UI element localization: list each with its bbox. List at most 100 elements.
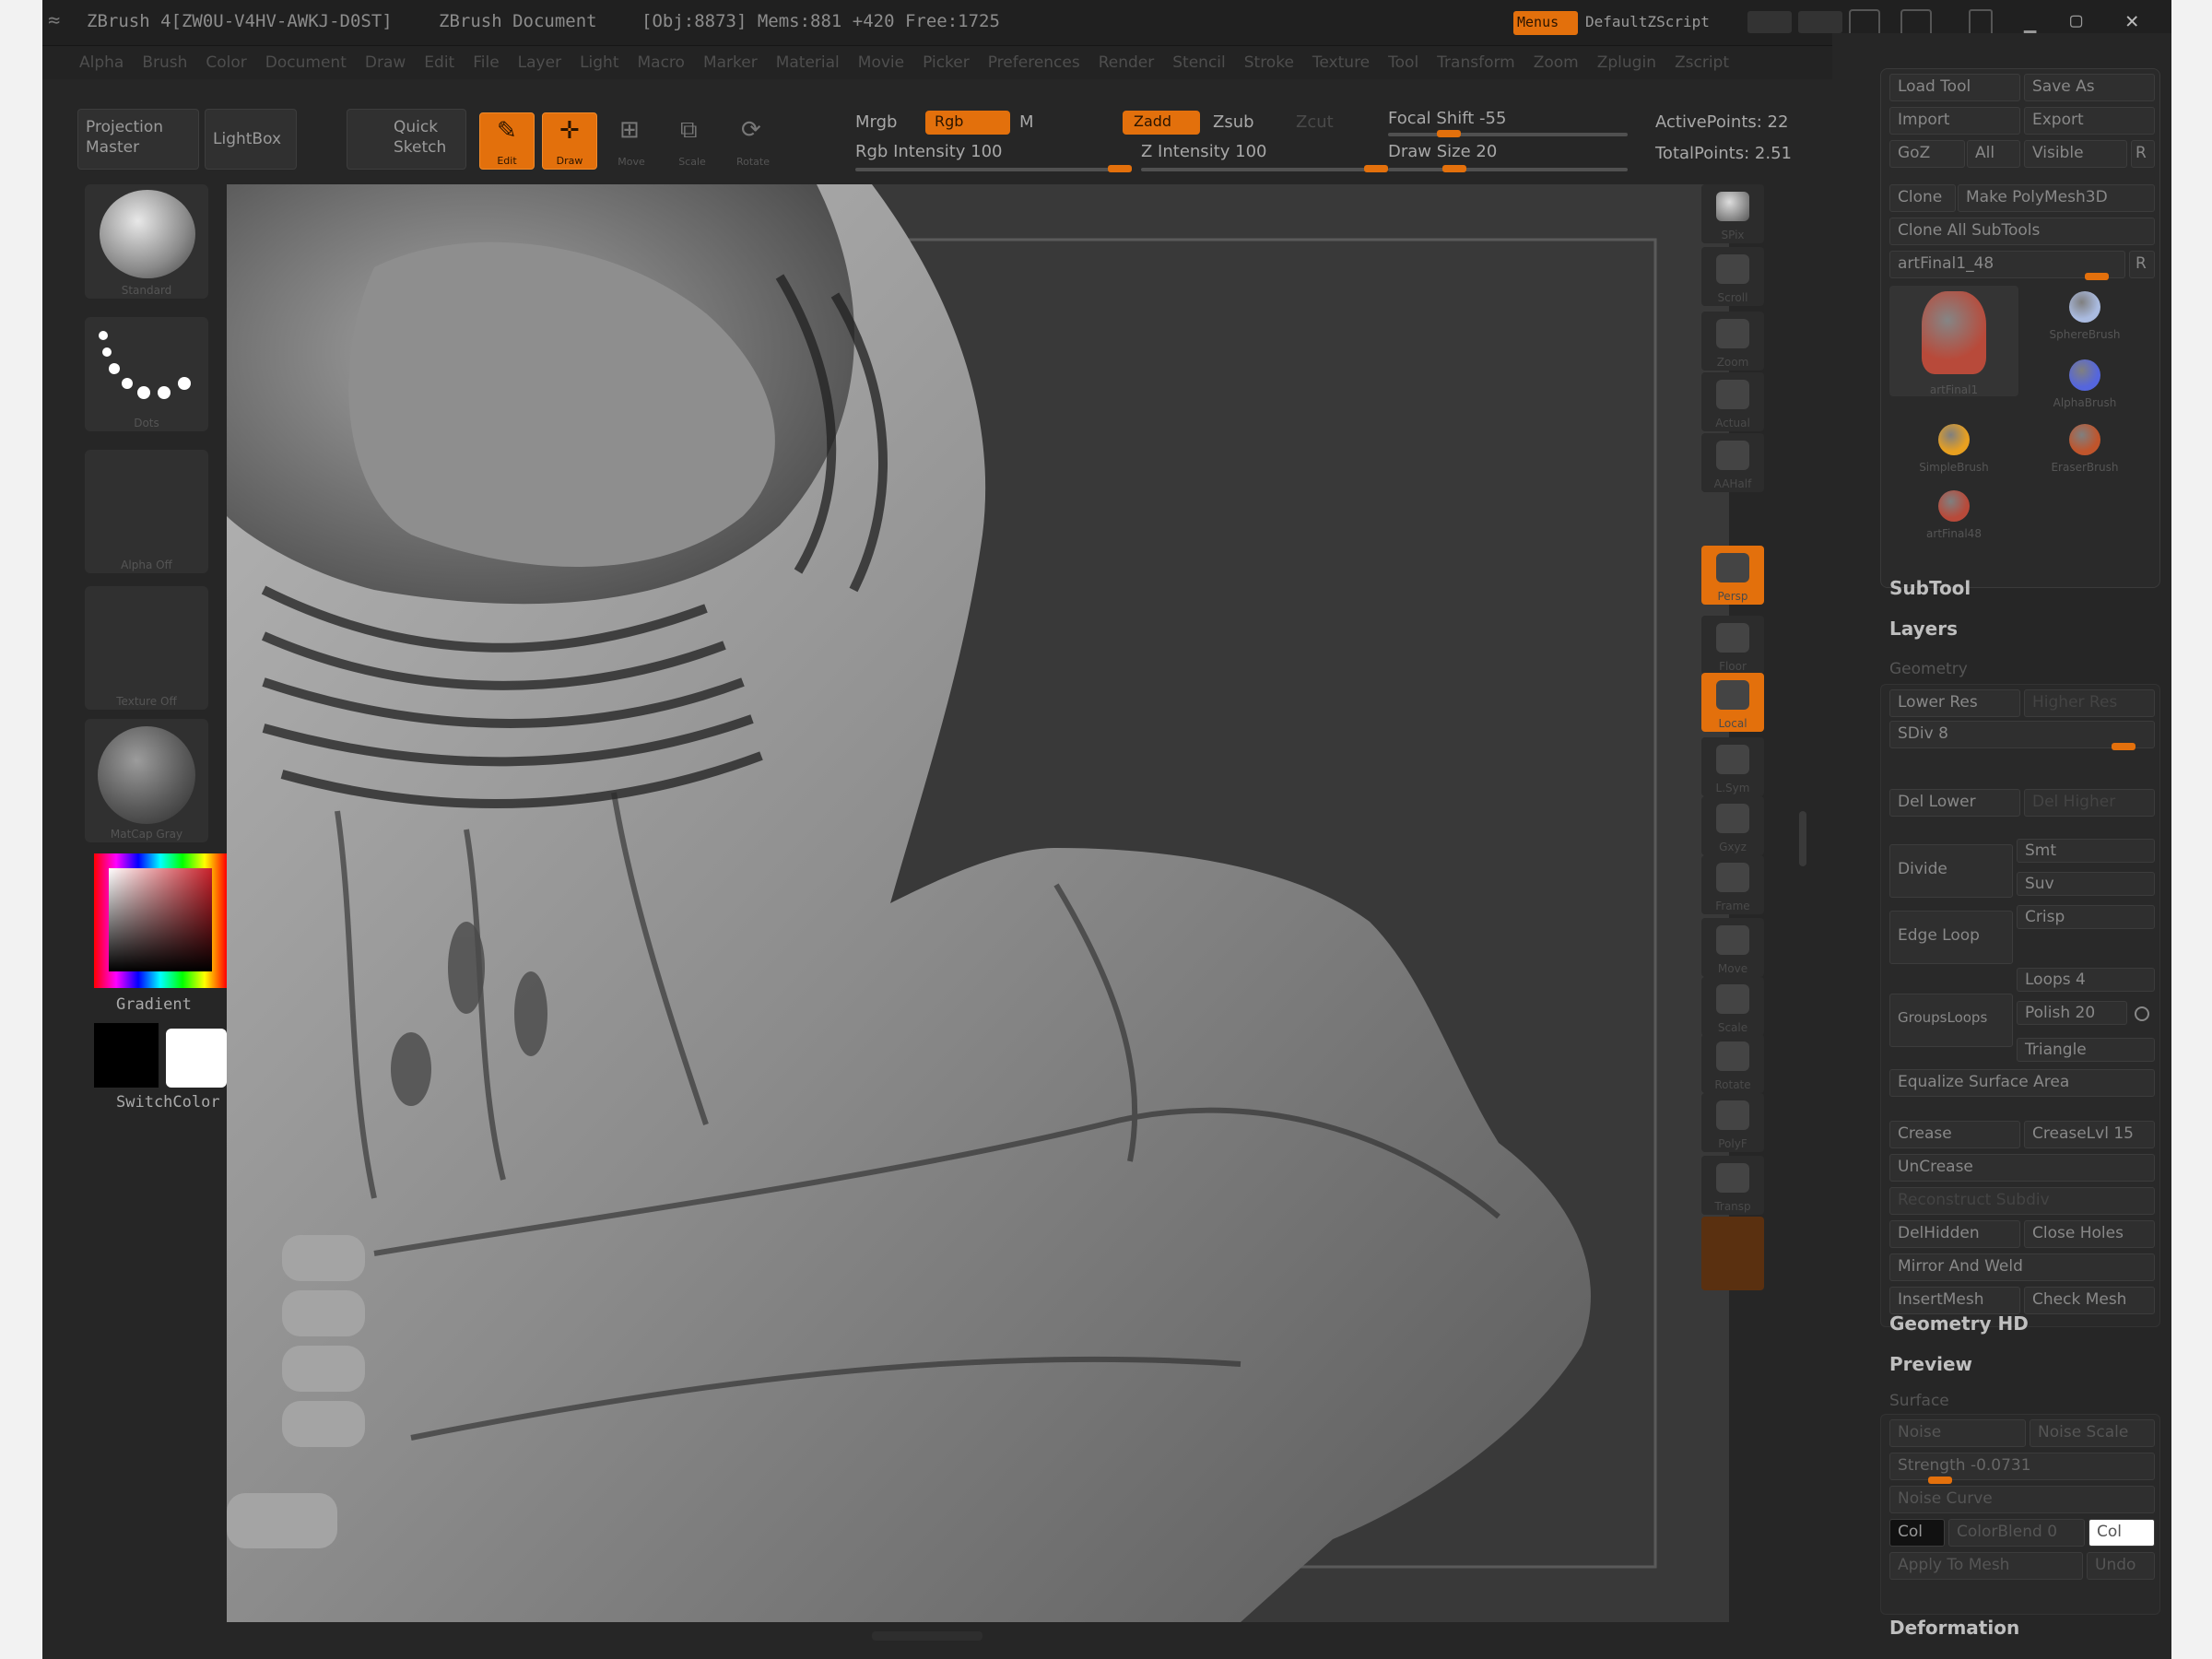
lightbox-button[interactable]: LightBox <box>205 109 297 170</box>
mrgb-button[interactable]: Mrgb <box>855 112 897 132</box>
menu-item-tool[interactable]: Tool <box>1388 53 1418 72</box>
menu-item-draw[interactable]: Draw <box>365 53 406 72</box>
z-intensity-knob[interactable] <box>1364 165 1388 172</box>
crease-button[interactable]: Crease <box>1889 1121 2020 1148</box>
main-color-swatch[interactable] <box>94 1023 159 1088</box>
canvas-viewport[interactable] <box>227 184 1729 1622</box>
tool-thumb[interactable]: EraserBrush <box>2030 418 2140 474</box>
col2-swatch[interactable]: Col <box>2088 1519 2155 1547</box>
rgb-intensity-slider[interactable] <box>855 168 1132 171</box>
sdiv-knob[interactable] <box>2112 743 2136 750</box>
shelf-persp-button[interactable]: Persp <box>1701 546 1764 605</box>
shelf-spix-button[interactable]: SPix <box>1701 184 1764 243</box>
current-tool-knob[interactable] <box>2085 273 2109 280</box>
divide-button[interactable]: Divide <box>1889 844 2013 898</box>
minimize-icon[interactable]: ▁ <box>2024 11 2036 34</box>
arrows-left-icon[interactable] <box>1747 11 1792 33</box>
shelf-lsym-button[interactable]: L.Sym <box>1701 737 1764 796</box>
polish-circle-icon[interactable] <box>2135 1006 2149 1021</box>
groups-loops-button[interactable]: GroupsLoops <box>1889 994 2013 1047</box>
zcut-button[interactable]: Zcut <box>1296 112 1334 132</box>
menu-item-edit[interactable]: Edit <box>424 53 454 72</box>
check-mesh-button[interactable]: Check Mesh <box>2024 1287 2155 1314</box>
shelf-polyf-button[interactable]: PolyF <box>1701 1093 1764 1152</box>
tool-r-button[interactable]: R <box>2129 251 2155 278</box>
secondary-color-swatch[interactable] <box>166 1029 227 1088</box>
tool-thumb[interactable]: SimpleBrush <box>1889 418 2018 474</box>
focal-shift-slider[interactable] <box>1388 133 1628 136</box>
bottom-tray-handle[interactable] <box>872 1631 982 1641</box>
rotate-button[interactable]: ⟳ Rotate <box>726 112 782 170</box>
insertmesh-button[interactable]: InsertMesh <box>1889 1287 2020 1314</box>
shelf-actual-button[interactable]: Actual <box>1701 372 1764 431</box>
color-square[interactable] <box>109 868 212 971</box>
shelf-scroll-button[interactable]: Scroll <box>1701 247 1764 306</box>
menu-item-layer[interactable]: Layer <box>518 53 561 72</box>
undo-button[interactable]: Undo <box>2087 1552 2155 1580</box>
maximize-icon[interactable]: ▢ <box>2070 9 2082 32</box>
import-button[interactable]: Import <box>1889 107 2020 135</box>
higher-res-button[interactable]: Higher Res <box>2024 689 2155 717</box>
edge-loop-button[interactable]: Edge Loop <box>1889 911 2013 964</box>
export-button[interactable]: Export <box>2024 107 2155 135</box>
menu-item-zscript[interactable]: Zscript <box>1675 53 1729 72</box>
rgb-button[interactable]: Rgb <box>925 111 1010 135</box>
load-tool-button[interactable]: Load Tool <box>1889 74 2020 101</box>
shelf-rotate-button[interactable]: Rotate <box>1701 1034 1764 1093</box>
menu-item-transform[interactable]: Transform <box>1437 53 1515 72</box>
smt-toggle[interactable]: Smt <box>2017 839 2155 863</box>
visible-button[interactable]: Visible <box>2024 140 2127 168</box>
material-slot[interactable]: MatCap Gray <box>85 719 208 842</box>
edit-button[interactable]: ✎ Edit <box>479 112 535 170</box>
shelf-frame-button[interactable]: Frame <box>1701 855 1764 914</box>
equalize-surface-button[interactable]: Equalize Surface Area <box>1889 1069 2155 1097</box>
zsub-button[interactable]: Zsub <box>1213 112 1254 132</box>
menu-item-picker[interactable]: Picker <box>923 53 970 72</box>
polish-slider[interactable]: Polish 20 <box>2017 1001 2127 1025</box>
reconstruct-subdiv-button[interactable]: Reconstruct Subdiv <box>1889 1187 2155 1215</box>
stroke-slot[interactable]: Dots <box>85 317 208 431</box>
tool-thumb[interactable]: artFinal1 <box>1889 286 2018 396</box>
shelf-scale-button[interactable]: Scale <box>1701 977 1764 1036</box>
z-intensity-slider[interactable] <box>1141 168 1388 171</box>
menu-item-light[interactable]: Light <box>580 53 618 72</box>
move-button[interactable]: ⊞ Move <box>605 112 660 170</box>
colorblend-slider[interactable]: ColorBlend 0 <box>1948 1519 2085 1547</box>
tool-thumb[interactable]: SphereBrush <box>2030 286 2140 341</box>
tool-thumb[interactable]: artFinal48 <box>1889 485 2018 540</box>
menu-item-stroke[interactable]: Stroke <box>1244 53 1294 72</box>
alpha-slot[interactable]: Alpha Off <box>85 450 208 573</box>
menu-item-marker[interactable]: Marker <box>703 53 758 72</box>
menu-item-texture[interactable]: Texture <box>1312 53 1370 72</box>
menu-item-zplugin[interactable]: Zplugin <box>1597 53 1656 72</box>
make-polymesh-button[interactable]: Make PolyMesh3D <box>1958 184 2155 212</box>
apply-to-mesh-button[interactable]: Apply To Mesh <box>1889 1552 2083 1580</box>
menu-item-color[interactable]: Color <box>206 53 246 72</box>
geometry-hd-header[interactable]: Geometry HD <box>1889 1312 2029 1335</box>
texture-slot[interactable]: Texture Off <box>85 586 208 710</box>
noise-curve-button[interactable]: Noise Curve <box>1889 1486 2155 1513</box>
zadd-button[interactable]: Zadd <box>1123 111 1200 135</box>
crease-level-slider[interactable]: CreaseLvl 15 <box>2024 1121 2155 1148</box>
shelf-move-button[interactable]: Move <box>1701 918 1764 977</box>
shelf-aahalf-button[interactable]: AAHalf <box>1701 433 1764 492</box>
panel-scroll-handle[interactable] <box>1799 811 1806 866</box>
draw-button[interactable]: ✛ Draw <box>542 112 597 170</box>
color-swatch-shelf[interactable] <box>1701 1217 1764 1290</box>
suv-toggle[interactable]: Suv <box>2017 872 2155 896</box>
tool-thumb[interactable]: AlphaBrush <box>2030 354 2140 409</box>
clone-all-subtools-button[interactable]: Clone All SubTools <box>1889 218 2155 245</box>
lower-res-button[interactable]: Lower Res <box>1889 689 2020 717</box>
shelf-zoom-button[interactable]: Zoom <box>1701 312 1764 371</box>
focal-shift-knob[interactable] <box>1436 130 1461 137</box>
shelf-transp-button[interactable]: Transp <box>1701 1156 1764 1215</box>
menu-item-movie[interactable]: Movie <box>858 53 904 72</box>
clone-button[interactable]: Clone <box>1889 184 1956 212</box>
deformation-header[interactable]: Deformation <box>1889 1617 2019 1639</box>
subtool-header[interactable]: SubTool <box>1889 577 1971 599</box>
projection-master-button[interactable]: Projection Master <box>77 109 199 170</box>
goz-button[interactable]: GoZ <box>1889 140 1965 168</box>
menu-item-preferences[interactable]: Preferences <box>988 53 1080 72</box>
delhidden-button[interactable]: DelHidden <box>1889 1220 2020 1248</box>
menu-item-alpha[interactable]: Alpha <box>79 53 124 72</box>
